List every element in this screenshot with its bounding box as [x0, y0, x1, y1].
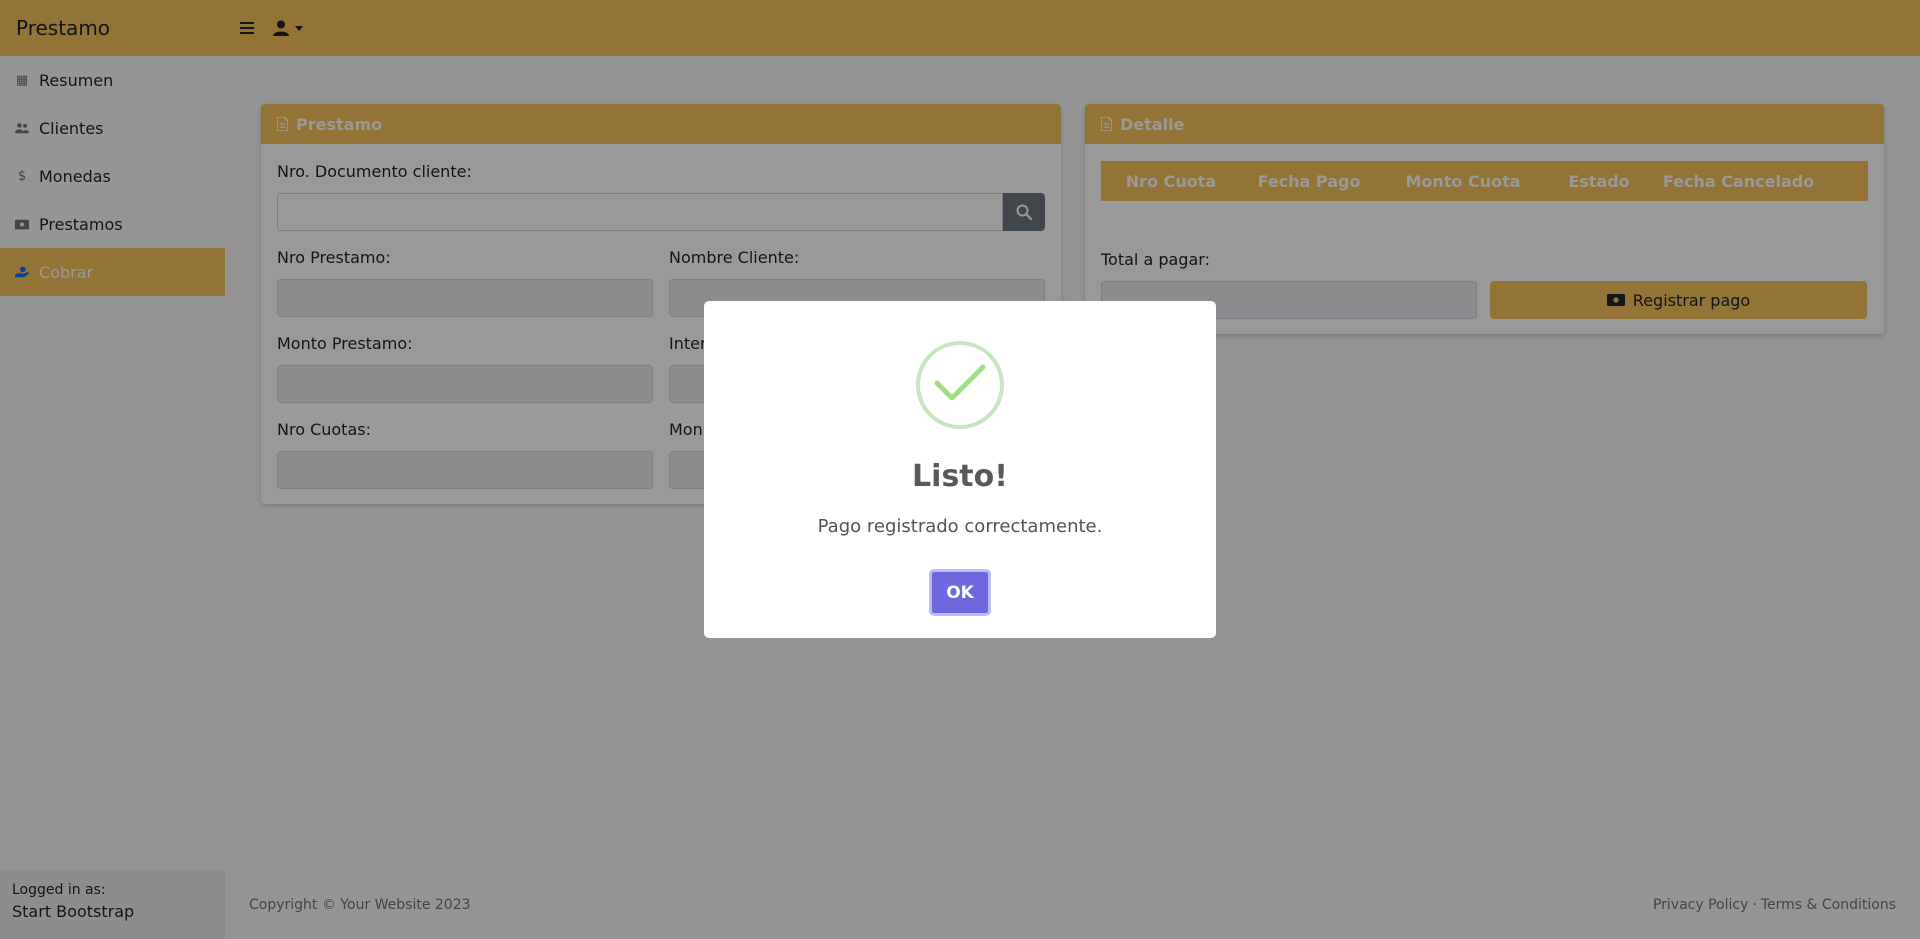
dialog-message: Pago registrado correctamente.	[817, 516, 1103, 537]
dialog-title: Listo!	[912, 459, 1008, 494]
success-dialog: Listo! Pago registrado correctamente. OK	[704, 301, 1216, 638]
ok-button[interactable]: OK	[929, 569, 991, 616]
success-check-icon	[916, 341, 1004, 429]
